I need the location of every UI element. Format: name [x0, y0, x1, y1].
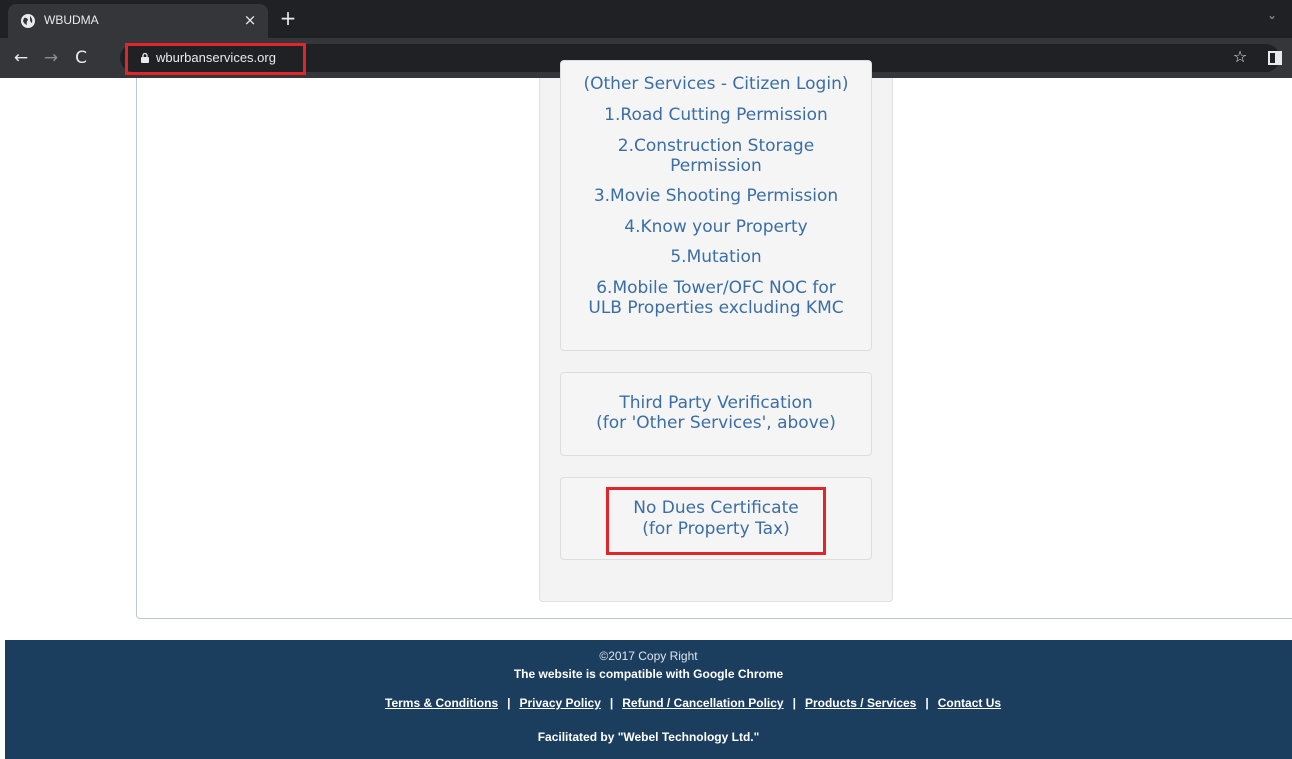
browser-tab-bar: WBUDMA × + ⌄ — [0, 0, 1292, 38]
browser-tab[interactable]: WBUDMA × — [8, 4, 268, 38]
footer-link-contact[interactable]: Contact Us — [938, 696, 1001, 710]
bookmark-star-icon[interactable]: ☆ — [1230, 47, 1250, 67]
footer-link-refund[interactable]: Refund / Cancellation Policy — [622, 696, 783, 710]
reload-button[interactable]: C — [70, 47, 92, 69]
footer-link-products[interactable]: Products / Services — [805, 696, 916, 710]
tab-list-chevron-icon[interactable]: ⌄ — [1262, 8, 1282, 28]
other-services-header[interactable]: (Other Services - Citizen Login) — [560, 74, 872, 94]
footer-separator: | — [792, 696, 796, 710]
forward-button[interactable]: → — [40, 47, 62, 69]
footer-compat-note: The website is compatible with Google Ch… — [513, 667, 784, 681]
footer-facilitated: Facilitated by "Webel Technology Ltd." — [537, 730, 760, 744]
service-link-road-cutting[interactable]: 1.Road Cutting Permission — [560, 105, 872, 125]
service-link-mutation[interactable]: 5.Mutation — [560, 247, 872, 267]
footer-separator: | — [609, 696, 614, 710]
third-party-line2[interactable]: (for 'Other Services', above) — [560, 413, 872, 433]
footer-links: Terms & Conditions | Privacy Policy | Refund… — [385, 696, 1001, 710]
tab-title: WBUDMA — [44, 13, 99, 27]
no-dues-highlight-annotation — [606, 487, 826, 555]
side-panel-icon[interactable] — [1268, 51, 1282, 65]
footer-separator: | — [507, 696, 511, 710]
footer: ©2017 Copy Right The website is compatib… — [5, 640, 1292, 759]
footer-link-privacy[interactable]: Privacy Policy — [519, 696, 600, 710]
globe-icon — [21, 14, 35, 28]
service-link-know-property[interactable]: 4.Know your Property — [560, 217, 872, 237]
new-tab-button[interactable]: + — [278, 8, 298, 29]
url-highlight-annotation — [125, 43, 306, 75]
footer-link-terms[interactable]: Terms & Conditions — [385, 696, 498, 710]
service-link-construction-storage[interactable]: 2.Construction Storage Permission — [600, 136, 832, 176]
back-button[interactable]: ← — [10, 47, 32, 69]
footer-separator: | — [925, 696, 929, 710]
close-icon[interactable]: × — [240, 10, 260, 30]
service-link-movie-shooting[interactable]: 3.Movie Shooting Permission — [560, 186, 872, 206]
service-link-mobile-tower[interactable]: 6.Mobile Tower/OFC NOC for ULB Propertie… — [578, 278, 854, 318]
third-party-line1[interactable]: Third Party Verification — [560, 393, 872, 413]
footer-copyright: ©2017 Copy Right — [599, 649, 698, 663]
